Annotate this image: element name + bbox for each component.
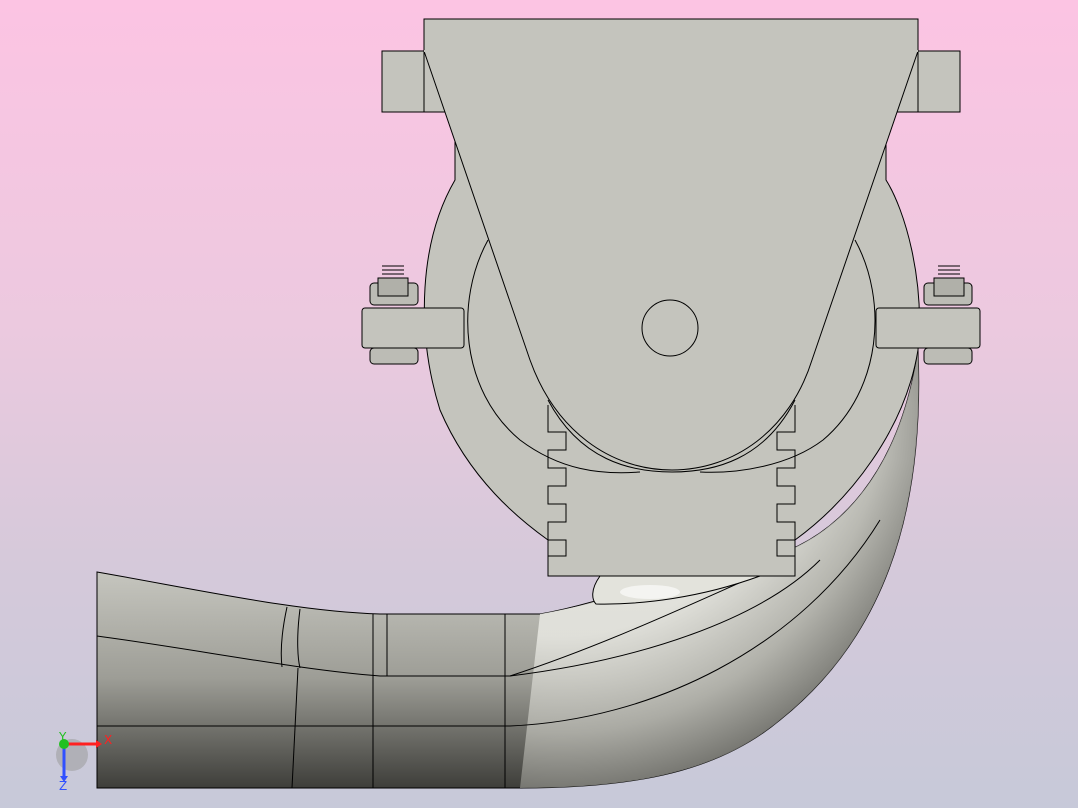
y-axis-label: Y xyxy=(58,730,67,744)
x-axis-label: X xyxy=(104,733,112,747)
coordinate-triad: X Y Z xyxy=(56,730,112,793)
z-axis-label: Z xyxy=(59,779,67,793)
cad-viewport[interactable]: X Y Z xyxy=(0,0,1078,808)
